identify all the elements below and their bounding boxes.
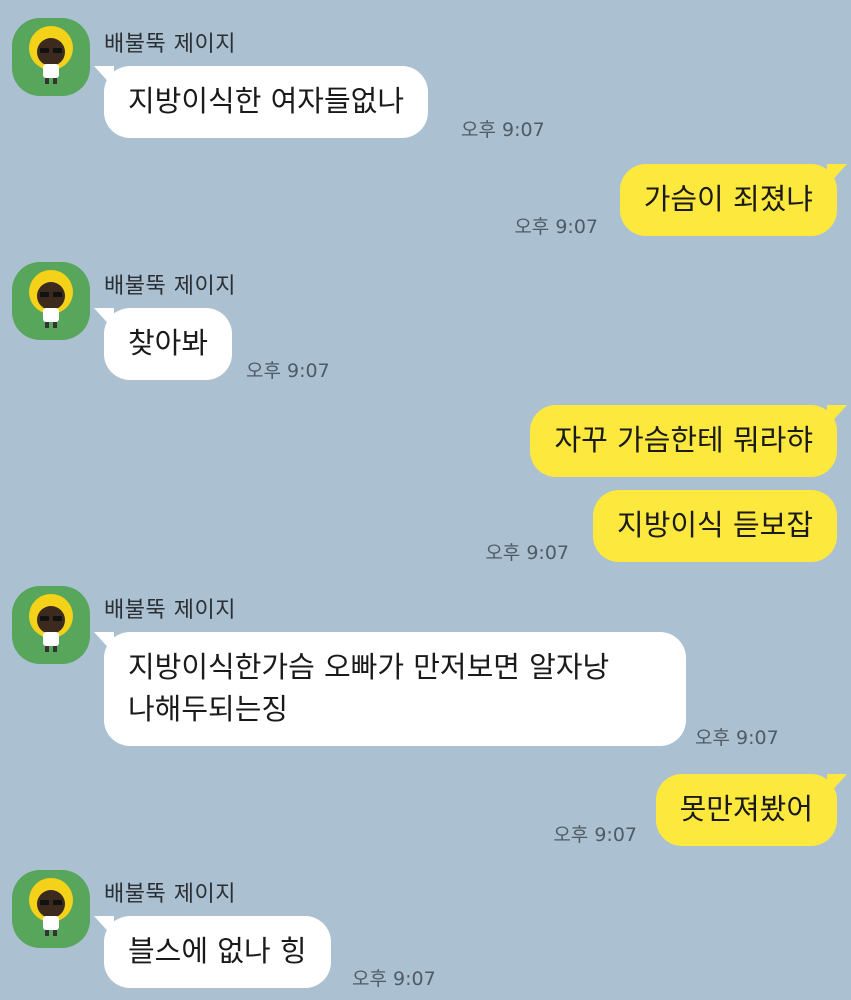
sender-avatar[interactable] bbox=[12, 262, 90, 340]
sender-name: 배불뚝 제이지 bbox=[104, 882, 236, 907]
message-time: 오후 9:07 bbox=[695, 727, 779, 749]
message-time: 오후 9:07 bbox=[246, 360, 330, 382]
message-text: 자꾸 가슴한테 뭐라햐 bbox=[554, 423, 813, 457]
character-avatar-icon bbox=[29, 594, 73, 652]
sender-name: 배불뚝 제이지 bbox=[104, 274, 236, 299]
message-text: 가슴이 죄졌냐 bbox=[643, 182, 813, 216]
message-bubble[interactable]: 지방이식한가슴 오빠가 만저보면 알자낭 나해두되는징 bbox=[94, 632, 686, 746]
sender-avatar[interactable] bbox=[12, 18, 90, 96]
message-bubble[interactable]: 못만져봤어 bbox=[655, 774, 848, 846]
message-bubble[interactable]: 자꾸 가슴한테 뭐라햐 bbox=[530, 405, 847, 477]
message-time: 오후 9:07 bbox=[461, 119, 545, 141]
message-bubble[interactable]: 지방이식한 여자들없나 bbox=[93, 66, 429, 138]
message-bubble[interactable]: 찾아봐 bbox=[93, 308, 233, 380]
message-time: 오후 9:07 bbox=[514, 216, 598, 238]
character-avatar-icon bbox=[29, 26, 73, 84]
sender-avatar[interactable] bbox=[12, 586, 90, 664]
message-text: 못만져봤어 bbox=[679, 792, 813, 826]
message-text: 블스에 없나 힝 bbox=[128, 934, 307, 968]
character-avatar-icon bbox=[29, 878, 73, 936]
sender-avatar[interactable] bbox=[12, 870, 90, 948]
message-time: 오후 9:07 bbox=[485, 542, 569, 564]
sender-name: 배불뚝 제이지 bbox=[104, 598, 236, 623]
character-avatar-icon bbox=[29, 270, 73, 328]
chat-room[interactable]: 배불뚝 제이지 지방이식한 여자들없나 오후 9:07 가슴이 죄졌냐 오후 9… bbox=[0, 0, 851, 1000]
message-bubble[interactable]: 가슴이 죄졌냐 bbox=[619, 164, 848, 236]
message-text: 지방이식 듣보잡 bbox=[617, 508, 813, 542]
sender-name: 배불뚝 제이지 bbox=[104, 32, 236, 57]
message-text: 지방이식한 여자들없나 bbox=[128, 84, 405, 118]
message-text-line: 지방이식한가슴 오빠가 만저보면 알자낭 bbox=[128, 650, 610, 684]
message-bubble[interactable]: 블스에 없나 힝 bbox=[94, 916, 331, 988]
message-time: 오후 9:07 bbox=[352, 968, 436, 990]
message-text-line: 나해두되는징 bbox=[128, 692, 289, 726]
message-time: 오후 9:07 bbox=[553, 824, 637, 846]
message-text: 찾아봐 bbox=[128, 326, 209, 360]
message-bubble[interactable]: 지방이식 듣보잡 bbox=[593, 490, 837, 562]
